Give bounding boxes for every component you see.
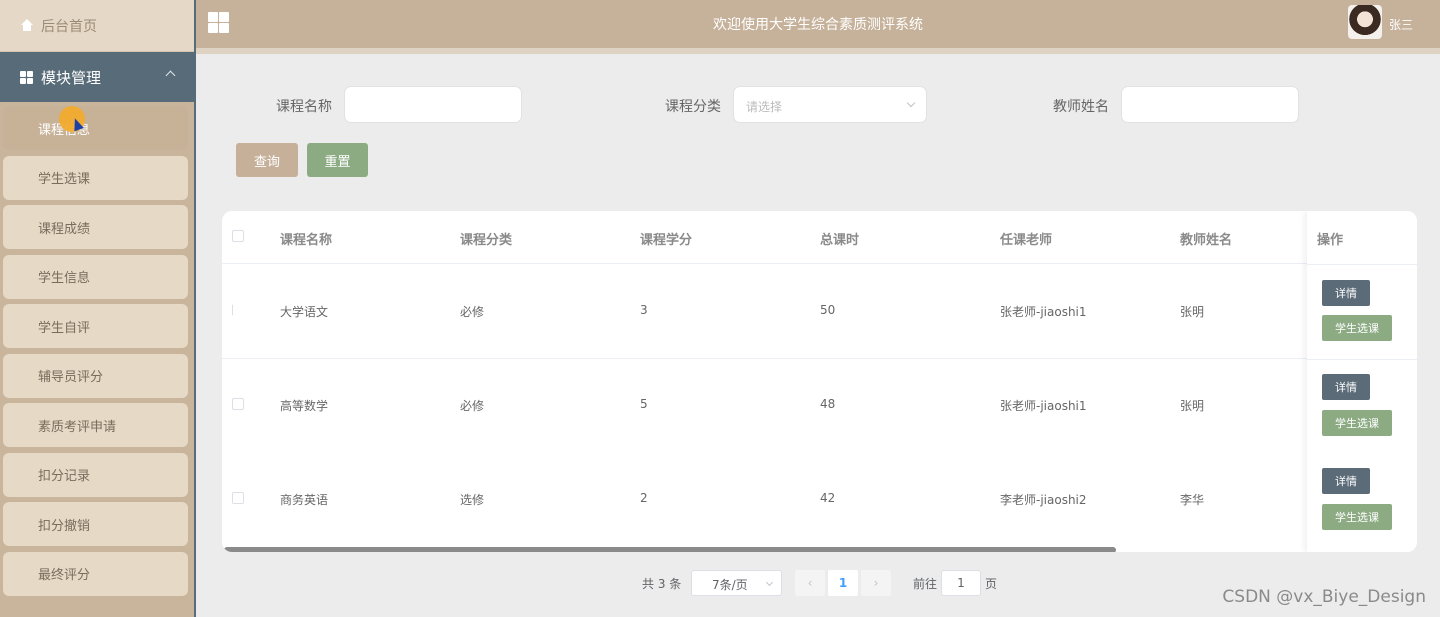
sidebar-item-student-info[interactable]: 学生信息: [3, 254, 188, 299]
select-all-checkbox[interactable]: [232, 230, 244, 242]
home-icon: [20, 19, 33, 32]
cell-hours: 50: [820, 303, 836, 317]
sidebar-item-quality-application[interactable]: 素质考评申请: [3, 403, 188, 447]
cell-hours: 48: [820, 397, 836, 411]
action-column: 操作 详情 学生选课 详情 学生选课 详情 学生选课: [1307, 211, 1417, 552]
table-header: 课程名称 课程分类 课程学分 总课时 任课老师 教师姓名: [222, 211, 1417, 264]
teacher-name-input[interactable]: [1121, 86, 1299, 123]
prev-page-button[interactable]: ‹: [795, 570, 825, 596]
sidebar-item-label: 辅导员评分: [38, 370, 104, 385]
cell-category: 必修: [460, 305, 485, 319]
sidebar-item-label: 学生自评: [38, 320, 91, 336]
column-header-actions: 操作: [1317, 233, 1344, 248]
page-title: 欢迎使用大学生综合素质测评系统: [713, 17, 923, 33]
row-checkbox[interactable]: [232, 398, 244, 410]
goto-page-input[interactable]: 1: [941, 570, 981, 596]
cell-course-name: 大学语文: [280, 305, 329, 319]
cell-credits: 3: [640, 303, 648, 317]
course-category-placeholder: 请选择: [746, 100, 783, 114]
course-name-label: 课程名称: [276, 99, 332, 115]
cell-hours: 42: [820, 491, 836, 505]
sidebar-item-label: 素质考评申请: [38, 419, 117, 435]
table-row: 大学语文 必修 3 50 张老师-jiaoshi1 张明: [222, 264, 1417, 359]
watermark: CSDN @vx_Biye_Design: [1222, 587, 1426, 607]
sidebar-item-counselor-score[interactable]: 辅导员评分: [3, 353, 188, 398]
search-form: 课程名称 课程分类 请选择 教师姓名: [0, 86, 1440, 123]
avatar[interactable]: [1348, 5, 1382, 39]
detail-button[interactable]: 详情: [1322, 374, 1370, 400]
sidebar-home[interactable]: 后台首页: [0, 0, 194, 52]
sidebar-item-course-grades[interactable]: 课程成绩: [3, 205, 188, 249]
sidebar-home-label: 后台首页: [41, 18, 97, 35]
cell-teacher: 张老师-jiaoshi1: [1000, 399, 1087, 413]
teacher-name-label: 教师姓名: [1053, 99, 1109, 115]
table-row: 商务英语 选修 2 42 李老师-jiaoshi2 李华: [222, 453, 1417, 547]
cell-teacher-name: 张明: [1180, 399, 1205, 413]
page-size-select[interactable]: 7条/页: [691, 570, 782, 596]
row-checkbox[interactable]: [232, 492, 244, 504]
sidebar-item-label: 学生信息: [38, 271, 91, 286]
username[interactable]: 张三: [1389, 16, 1413, 33]
header-divider: [196, 48, 1440, 54]
sidebar-item-deduction-revoke[interactable]: 扣分撤销: [3, 502, 188, 546]
cell-course-name: 高等数学: [280, 399, 329, 413]
horizontal-scrollbar[interactable]: [224, 547, 1116, 552]
sidebar-group-label: 模块管理: [41, 68, 102, 87]
column-header-category[interactable]: 课程分类: [460, 229, 512, 248]
select-course-button[interactable]: 学生选课: [1322, 315, 1392, 341]
cell-credits: 5: [640, 397, 648, 411]
goto-suffix: 页: [985, 577, 998, 591]
cell-credits: 2: [640, 491, 648, 505]
app-root: 后台首页 模块管理 课程信息 学生选课 课程成绩 学生信息 学生自评 辅导员评分…: [0, 0, 1440, 617]
column-header-teacher[interactable]: 任课老师: [1000, 229, 1052, 248]
page-number-button[interactable]: 1: [828, 570, 858, 596]
course-name-input[interactable]: [344, 86, 522, 123]
cell-category: 选修: [460, 493, 485, 507]
column-header-credits[interactable]: 课程学分: [640, 229, 692, 248]
sidebar-item-course-selection[interactable]: 学生选课: [3, 155, 188, 200]
select-course-button[interactable]: 学生选课: [1322, 504, 1392, 530]
sidebar-item-label: 学生选课: [38, 172, 91, 187]
sidebar-item-label: 课程成绩: [38, 221, 91, 237]
cell-teacher-name: 李华: [1180, 493, 1205, 507]
action-header-divider: [1307, 264, 1417, 265]
top-header: 欢迎使用大学生综合素质测评系统 张三: [196, 0, 1440, 48]
course-category-label: 课程分类: [665, 99, 721, 115]
cell-teacher-name: 张明: [1180, 305, 1205, 319]
cell-course-name: 商务英语: [280, 493, 329, 507]
sidebar-item-label: 扣分记录: [38, 469, 91, 484]
sidebar-item-label: 扣分撤销: [38, 518, 91, 534]
grid-icon: [20, 70, 33, 84]
select-course-button[interactable]: 学生选课: [1322, 410, 1392, 436]
page-size-value: 7条/页: [712, 578, 748, 592]
row-checkbox[interactable]: [232, 304, 244, 316]
column-header-hours[interactable]: 总课时: [820, 229, 859, 248]
column-header-course-name[interactable]: 课程名称: [280, 229, 332, 248]
action-row-divider: [1307, 359, 1417, 360]
cell-teacher: 张老师-jiaoshi1: [1000, 305, 1087, 319]
table-row: 高等数学 必修 5 48 张老师-jiaoshi1 张明: [222, 359, 1417, 453]
chevron-down-icon: [765, 578, 774, 587]
chevron-down-icon: [906, 98, 916, 108]
pagination-total: 共 3 条: [642, 577, 682, 591]
sidebar-menu: 课程信息 学生选课 课程成绩 学生信息 学生自评 辅导员评分 素质考评申请 扣分…: [0, 102, 194, 596]
detail-button[interactable]: 详情: [1322, 280, 1370, 306]
chevron-up-icon: [165, 70, 176, 81]
column-header-teacher-name[interactable]: 教师姓名: [1180, 229, 1232, 248]
sidebar-item-deduction-records[interactable]: 扣分记录: [3, 452, 188, 497]
cell-category: 必修: [460, 399, 485, 413]
course-category-select[interactable]: 请选择: [733, 86, 927, 123]
cell-teacher: 李老师-jiaoshi2: [1000, 493, 1087, 507]
sidebar-item-self-evaluation[interactable]: 学生自评: [3, 304, 188, 348]
course-table: 课程名称 课程分类 课程学分 总课时 任课老师 教师姓名 大学语文 必修 3 5…: [222, 211, 1417, 552]
goto-label: 前往: [913, 577, 938, 591]
detail-button[interactable]: 详情: [1322, 468, 1370, 494]
next-page-button[interactable]: ›: [861, 570, 891, 596]
reset-button[interactable]: 重置: [307, 143, 368, 177]
query-button[interactable]: 查询: [236, 143, 298, 177]
